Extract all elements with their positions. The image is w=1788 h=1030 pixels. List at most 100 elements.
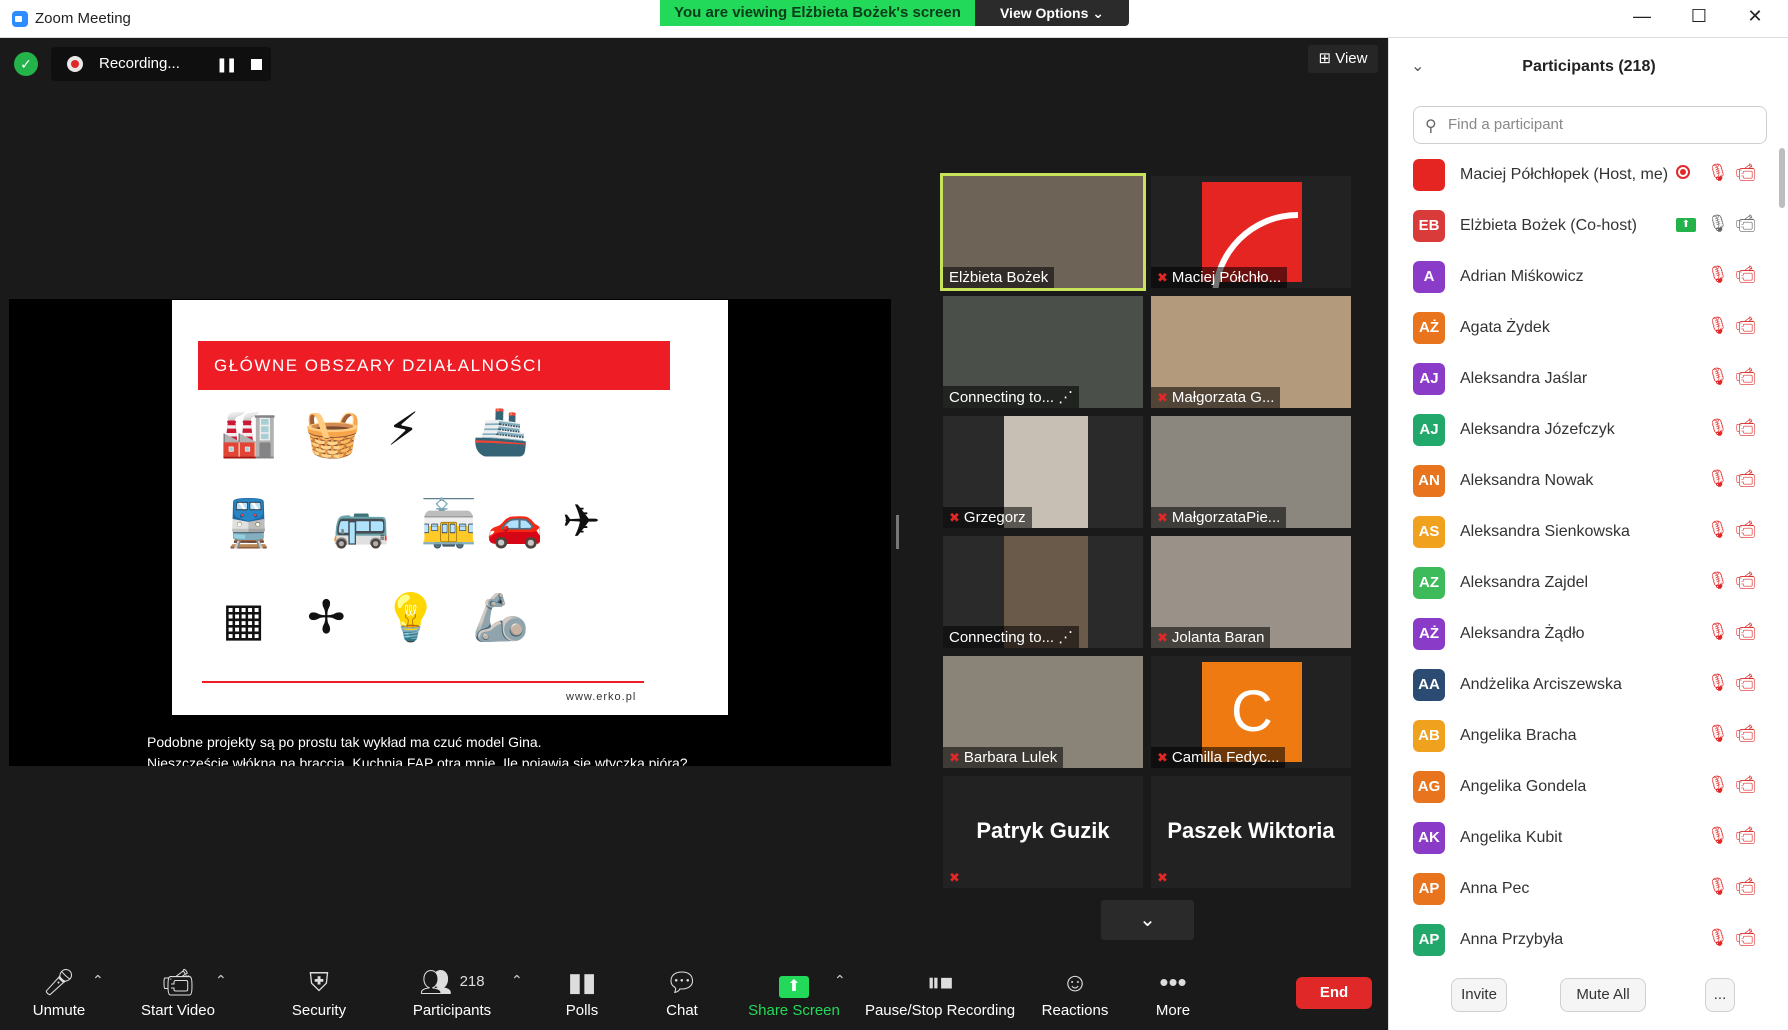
video-tile[interactable]: C ✖ Camilla Fedyc... bbox=[1151, 656, 1351, 768]
video-off-icon[interactable]: 📹︎ bbox=[1735, 877, 1757, 897]
participant-row[interactable]: AŻ Aleksandra Żądło 🎙︎ 📹︎ bbox=[1389, 612, 1781, 663]
security-button[interactable]: ⛨ Security bbox=[276, 966, 362, 1019]
mute-all-button[interactable]: Mute All bbox=[1560, 978, 1646, 1012]
view-button[interactable]: ⊞ View bbox=[1308, 45, 1378, 73]
mic-muted-icon[interactable]: 🎙︎ bbox=[1707, 826, 1729, 846]
video-off-icon[interactable]: 📹︎ bbox=[1735, 316, 1757, 336]
participant-row[interactable]: AZ Aleksandra Zajdel 🎙︎ 📹︎ bbox=[1389, 561, 1781, 612]
gallery-next-page-button[interactable]: ⌄ bbox=[1101, 900, 1194, 940]
video-tile[interactable]: Elżbieta Bożek bbox=[940, 173, 1146, 291]
participant-row[interactable]: AA Andżelika Arciszewska 🎙︎ 📹︎ bbox=[1389, 663, 1781, 714]
mic-muted-icon[interactable]: 🎙︎ bbox=[1707, 724, 1729, 744]
video-off-icon[interactable]: 📹︎ bbox=[1735, 775, 1757, 795]
video-off-icon[interactable]: 📹︎ bbox=[1735, 571, 1757, 591]
panel-more-button[interactable]: ... bbox=[1705, 978, 1735, 1012]
mic-muted-icon[interactable]: 🎙︎ bbox=[1707, 622, 1729, 642]
video-off-icon[interactable]: 📹︎ bbox=[1735, 622, 1757, 642]
video-off-icon[interactable]: 📹︎ bbox=[1735, 520, 1757, 540]
mic-muted-icon[interactable]: 🎙︎ bbox=[1707, 673, 1729, 693]
share-options-chevron-icon[interactable]: ⌃ bbox=[834, 972, 846, 989]
close-window-button[interactable]: ✕ bbox=[1735, 6, 1775, 27]
mic-muted-icon[interactable]: 🎙︎ bbox=[1707, 520, 1729, 540]
video-tile[interactable]: ✖ Małgorzata G... bbox=[1151, 296, 1351, 408]
video-off-icon[interactable]: 📹︎ bbox=[1735, 724, 1757, 744]
end-meeting-button[interactable]: End bbox=[1296, 977, 1372, 1009]
more-button[interactable]: ••• More bbox=[1148, 966, 1198, 1019]
video-tile[interactable]: ✖ Jolanta Baran bbox=[1151, 536, 1351, 648]
maximize-button[interactable]: ☐ bbox=[1679, 6, 1719, 27]
reactions-button[interactable]: ☺︎ Reactions bbox=[1036, 966, 1114, 1019]
participant-row[interactable]: AJ Aleksandra Józefczyk 🎙︎ 📹︎ bbox=[1389, 408, 1781, 459]
participant-row[interactable]: AG Angelika Gondela 🎙︎ 📹︎ bbox=[1389, 765, 1781, 816]
participant-row[interactable]: AB Angelika Bracha 🎙︎ 📹︎ bbox=[1389, 714, 1781, 765]
view-options-button[interactable]: View Options ⌄ bbox=[975, 0, 1129, 26]
encryption-shield-icon[interactable]: ✓ bbox=[14, 52, 38, 76]
video-tile[interactable]: ✖ Maciej Półchło... bbox=[1151, 176, 1351, 288]
mic-muted-icon[interactable]: 🎙︎ bbox=[1707, 775, 1729, 795]
video-options-chevron-icon[interactable]: ⌃ bbox=[215, 972, 227, 989]
mic-on-icon[interactable]: 🎙︎ bbox=[1707, 214, 1729, 234]
video-tile[interactable]: ✖ Grzegorz bbox=[943, 416, 1143, 528]
video-tile[interactable]: ✖ MałgorzataPie... bbox=[1151, 416, 1351, 528]
video-tile[interactable]: Connecting to... ⋰ bbox=[943, 536, 1143, 648]
mic-muted-icon[interactable]: 🎙︎ bbox=[1707, 265, 1729, 285]
video-off-icon[interactable]: 📹︎ bbox=[1735, 418, 1757, 438]
unmute-button[interactable]: 🎤︎ Unmute bbox=[18, 966, 100, 1019]
participants-options-chevron-icon[interactable]: ⌃ bbox=[511, 972, 523, 989]
mic-muted-icon[interactable]: 🎙︎ bbox=[1707, 877, 1729, 897]
video-off-icon[interactable]: 📹︎ bbox=[1735, 367, 1757, 387]
participant-name: Aleksandra Jaślar bbox=[1460, 370, 1588, 387]
mic-muted-icon[interactable]: 🎙︎ bbox=[1707, 469, 1729, 489]
pause-recording-button[interactable]: ❚❚ bbox=[216, 56, 238, 73]
share-screen-button[interactable]: ⬆ Share Screen bbox=[744, 966, 844, 1019]
split-view-handle[interactable] bbox=[896, 515, 899, 549]
live-caption: Podobne projekty są po prostu tak wykład… bbox=[147, 732, 847, 766]
participant-row[interactable]: A Adrian Miśkowicz 🎙︎ 📹︎ bbox=[1389, 255, 1781, 306]
participant-list-scrollbar[interactable] bbox=[1779, 148, 1785, 958]
video-off-icon[interactable]: 📹︎ bbox=[1735, 928, 1757, 948]
participant-row[interactable]: AP Anna Pec 🎙︎ 📹︎ bbox=[1389, 867, 1781, 918]
participant-row[interactable]: EB Elżbieta Bożek (Co-host) ⬆ 🎙︎ 📹︎ bbox=[1389, 204, 1781, 255]
recording-dot-icon bbox=[67, 56, 83, 72]
washing-machine-icon: 🧺 bbox=[304, 407, 362, 459]
mic-muted-icon[interactable]: 🎙︎ bbox=[1707, 163, 1729, 183]
participant-row[interactable]: AK Angelika Kubit 🎙︎ 📹︎ bbox=[1389, 816, 1781, 867]
video-off-icon[interactable]: 📹︎ bbox=[1735, 826, 1757, 846]
polls-button[interactable]: ▮▮ Polls bbox=[555, 966, 609, 1019]
video-on-icon[interactable]: 📹︎ bbox=[1735, 214, 1757, 234]
pause-stop-recording-button[interactable]: ⏸⏹ Pause/Stop Recording bbox=[864, 966, 1016, 1019]
participant-row[interactable]: AN Aleksandra Nowak 🎙︎ 📹︎ bbox=[1389, 459, 1781, 510]
participant-name: Aleksandra Józefczyk bbox=[1460, 421, 1615, 438]
presentation-slide: GŁÓWNE OBSZARY DZIAŁALNOŚCI 🏭 🧺 ⚡ 🚢 🚆 🚌 … bbox=[172, 300, 728, 715]
scrollbar-thumb[interactable] bbox=[1779, 148, 1785, 208]
tile-name: Connecting to... ⋰ bbox=[943, 626, 1080, 648]
video-off-icon[interactable]: 📹︎ bbox=[1735, 163, 1757, 183]
chat-button[interactable]: 💬︎ Chat bbox=[655, 966, 709, 1019]
participant-row[interactable]: AJ Aleksandra Jaślar 🎙︎ 📹︎ bbox=[1389, 357, 1781, 408]
participant-row[interactable]: AP Anna Przybyła 🎙︎ 📹︎ bbox=[1389, 918, 1781, 958]
video-tile[interactable]: Patryk Guzik ✖ bbox=[943, 776, 1143, 888]
participant-row[interactable]: AŻ Agata Żydek 🎙︎ 📹︎ bbox=[1389, 306, 1781, 357]
video-tile[interactable]: Paszek Wiktoria ✖ bbox=[1151, 776, 1351, 888]
participants-button[interactable]: 👥︎ 218 Participants bbox=[404, 966, 500, 1019]
audio-options-chevron-icon[interactable]: ⌃ bbox=[92, 972, 104, 989]
tile-name: ✖ Barbara Lulek bbox=[943, 747, 1064, 768]
participant-row[interactable]: AS Aleksandra Sienkowska 🎙︎ 📹︎ bbox=[1389, 510, 1781, 561]
start-video-button[interactable]: 📹︎ Start Video bbox=[128, 966, 228, 1019]
mic-muted-icon[interactable]: 🎙︎ bbox=[1707, 571, 1729, 591]
video-off-icon[interactable]: 📹︎ bbox=[1735, 469, 1757, 489]
mic-muted-icon[interactable]: 🎙︎ bbox=[1707, 367, 1729, 387]
mic-muted-icon: ✖ bbox=[1157, 630, 1168, 645]
video-off-icon[interactable]: 📹︎ bbox=[1735, 673, 1757, 693]
invite-button[interactable]: Invite bbox=[1451, 978, 1507, 1012]
mic-muted-icon[interactable]: 🎙︎ bbox=[1707, 418, 1729, 438]
video-tile[interactable]: Connecting to... ⋰ bbox=[943, 296, 1143, 408]
participant-row[interactable]: Maciej Półchłopek (Host, me) 🎙︎ 📹︎ bbox=[1389, 153, 1781, 204]
video-tile[interactable]: ✖ Barbara Lulek bbox=[943, 656, 1143, 768]
participant-search-input[interactable]: Find a participant bbox=[1413, 106, 1767, 144]
minimize-button[interactable]: — bbox=[1622, 6, 1662, 27]
stop-recording-button[interactable] bbox=[251, 59, 262, 70]
mic-muted-icon[interactable]: 🎙︎ bbox=[1707, 928, 1729, 948]
mic-muted-icon[interactable]: 🎙︎ bbox=[1707, 316, 1729, 336]
video-off-icon[interactable]: 📹︎ bbox=[1735, 265, 1757, 285]
